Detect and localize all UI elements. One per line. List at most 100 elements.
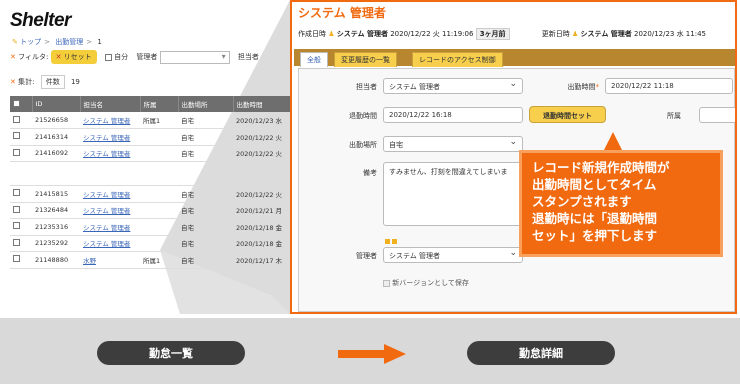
cell-owner[interactable]: 水野	[80, 251, 140, 269]
reset-filter-button[interactable]: ✕ リセット	[50, 50, 97, 64]
cell-dept	[140, 202, 178, 219]
cell-owner[interactable]: システム 管理者	[80, 128, 140, 146]
detail-tabs: 全般 変更履歴の一覧 レコードのアクセス制御	[294, 49, 735, 67]
table-row[interactable]: 21326484 システム 管理者 自宅 2020/12/21 月	[10, 202, 292, 219]
user-icon: ♟	[572, 30, 579, 38]
col-owner[interactable]: 担当名	[80, 96, 141, 112]
callout-line: セット」を押下します	[532, 228, 658, 243]
callout-line: スタンプされます	[532, 194, 632, 209]
col-checkin[interactable]: 出勤時間	[233, 96, 292, 112]
count-value: 19	[70, 78, 80, 86]
cell-dept	[140, 235, 178, 252]
new-version-option[interactable]: 新バージョンとして保存	[383, 278, 469, 288]
self-checkbox[interactable]	[104, 53, 112, 61]
manager-filter-select[interactable]	[159, 50, 230, 64]
table-row[interactable]: 21415815 システム 管理者 自宅 2020/12/22 火	[10, 185, 292, 203]
cell-owner[interactable]: システム 管理者	[80, 202, 140, 219]
cell-place	[178, 161, 233, 186]
tab-access-control[interactable]: レコードのアクセス制御	[412, 52, 503, 67]
table-row[interactable]: 21416092 システム 管理者 自宅 2020/12/22 火	[10, 145, 292, 162]
cell-checkin: 2020/12/22 火	[233, 185, 292, 203]
col-place[interactable]: 出勤場所	[178, 96, 234, 112]
new-version-checkbox[interactable]	[383, 279, 390, 287]
cell-place: 自宅	[178, 145, 233, 162]
place-label: 出勤場所	[349, 141, 377, 149]
format-icon	[392, 239, 397, 244]
manager-select[interactable]: システム 管理者	[383, 247, 523, 263]
filter-bar: ✕ フィルタ: ✕ リセット 自分 管理者 担当者	[10, 50, 292, 70]
cell-owner[interactable]: システム 管理者	[80, 112, 140, 129]
row-checkbox[interactable]	[13, 205, 20, 213]
row-checkbox[interactable]	[13, 132, 20, 140]
row-checkbox[interactable]	[13, 148, 20, 156]
row-checkbox[interactable]	[13, 238, 20, 246]
cell-place: 自宅	[178, 251, 233, 269]
cell-checkin: 2020/12/18 金	[233, 235, 292, 252]
cell-id: 21415815	[32, 185, 80, 203]
place-select[interactable]: 自宅	[383, 136, 523, 152]
cell-dept: 所属1	[140, 112, 178, 129]
table-row[interactable]: 21235292 システム 管理者 自宅 2020/12/18 金	[10, 235, 292, 252]
cell-checkin: 2020/12/23 水	[233, 112, 292, 129]
breadcrumb-current: 1	[97, 38, 102, 46]
cell-checkin: 2020/12/22 火	[233, 128, 292, 146]
updated-time: 2020/12/23 水 11:45	[634, 30, 706, 38]
cell-id: 21416092	[32, 145, 80, 162]
cell-id: 21416314	[32, 128, 80, 146]
created-ago: 3ヶ月前	[475, 28, 510, 40]
dept-field[interactable]	[699, 107, 735, 123]
table-header: ID 担当名 所属 出勤場所 出勤時間	[10, 96, 292, 112]
cell-checkin: 2020/12/22 火	[233, 145, 292, 162]
attendance-table: ID 担当名 所属 出勤場所 出勤時間 21526658 システム 管理者 所属1 自…	[10, 96, 292, 269]
checkin-field[interactable]: 2020/12/22 11:18	[605, 78, 733, 94]
filter-icon: ✕	[10, 53, 16, 61]
cell-place: 自宅	[178, 202, 233, 219]
cell-dept	[140, 161, 178, 186]
detail-title: システム 管理者	[298, 6, 386, 20]
count-label: 件数	[40, 75, 65, 89]
created-label: 作成日時	[298, 30, 326, 38]
pencil-icon: ✎	[12, 38, 18, 46]
table-row[interactable]	[10, 161, 292, 186]
row-checkbox[interactable]	[13, 189, 20, 197]
row-checkbox[interactable]	[13, 255, 20, 263]
checkout-field[interactable]: 2020/12/22 16:18	[383, 107, 523, 123]
set-checkout-button[interactable]: 退勤時間セット	[529, 106, 606, 123]
table-row[interactable]: 21526658 システム 管理者 所属1 自宅 2020/12/23 水	[10, 112, 292, 129]
col-dept[interactable]: 所属	[140, 96, 179, 112]
callout-line: 出勤時間としてタイム	[532, 177, 657, 192]
table-row[interactable]: 21148880 水野 所属1 自宅 2020/12/17 木	[10, 251, 292, 269]
cell-owner[interactable]	[80, 161, 140, 186]
cell-owner[interactable]: システム 管理者	[80, 218, 140, 236]
tab-general[interactable]: 全般	[300, 52, 328, 67]
new-version-label: 新バージョンとして保存	[392, 279, 469, 287]
table-row[interactable]: 21416314 システム 管理者 自宅 2020/12/22 火	[10, 128, 292, 146]
cell-owner[interactable]: システム 管理者	[80, 185, 140, 203]
breadcrumb-top[interactable]: トップ	[20, 38, 41, 46]
owner-filter-label: 担当者	[237, 53, 259, 61]
owner-label: 担当者	[356, 83, 377, 91]
tab-history[interactable]: 変更履歴の一覧	[334, 52, 397, 67]
cell-checkin: 2020/12/21 月	[233, 202, 292, 219]
cell-dept	[140, 185, 178, 203]
cell-owner[interactable]: システム 管理者	[80, 235, 140, 252]
summary-label: 集計:	[18, 78, 35, 86]
summary-bar: ✕ 集計: 件数 19	[10, 75, 80, 89]
row-checkbox[interactable]	[13, 115, 20, 123]
right-arrow-icon	[338, 344, 406, 364]
table-row[interactable]: 21235316 システム 管理者 自宅 2020/12/18 金	[10, 218, 292, 236]
cell-place: 自宅	[178, 128, 233, 146]
cell-owner[interactable]: システム 管理者	[80, 145, 140, 162]
cell-checkin	[233, 161, 292, 186]
col-id[interactable]: ID	[32, 96, 81, 112]
format-icon	[385, 239, 390, 244]
cell-checkin: 2020/12/18 金	[233, 218, 292, 236]
breadcrumb-attendance[interactable]: 出勤管理	[55, 38, 83, 46]
cell-dept	[140, 128, 178, 146]
select-all-checkbox[interactable]	[13, 99, 20, 107]
cell-dept: 所属1	[140, 251, 178, 269]
cell-id: 21235316	[32, 218, 80, 236]
cell-place: 自宅	[178, 112, 233, 129]
row-checkbox[interactable]	[13, 222, 20, 230]
owner-select[interactable]: システム 管理者	[383, 78, 523, 94]
